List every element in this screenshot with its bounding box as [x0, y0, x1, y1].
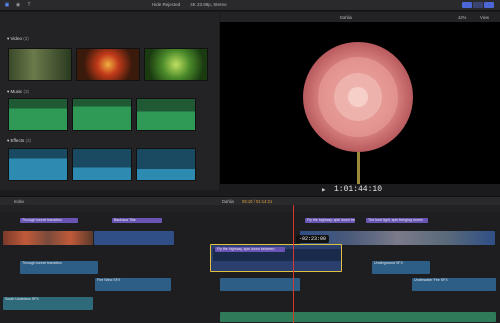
photos-icon[interactable]: ◉: [14, 2, 22, 8]
titles-icon[interactable]: T: [25, 2, 33, 8]
view-menu[interactable]: View: [480, 15, 489, 20]
dahlia-image: [303, 42, 413, 184]
video-clip-3[interactable]: [300, 231, 495, 245]
title-clip-2[interactable]: Bauhaus Title: [112, 218, 162, 223]
video-thumbnail-forest[interactable]: [8, 48, 72, 81]
music-thumbnail-3[interactable]: [136, 98, 196, 131]
layout-timeline-button[interactable]: [473, 2, 483, 8]
video-clip-1[interactable]: [3, 231, 93, 245]
video-thumbnail-flower-green[interactable]: [144, 48, 208, 81]
browser-panel: ▾ Video (3) ▾ Music (3) ▾ Effects (3) 3 …: [0, 12, 219, 201]
timeline-ruler[interactable]: [0, 205, 500, 212]
layout-browser-button[interactable]: [462, 2, 472, 8]
music-thumbnail-1[interactable]: [8, 98, 68, 131]
floating-timecode: -02:23:00: [296, 235, 330, 243]
audio-clip-3[interactable]: Fire Wind SFX: [95, 278, 171, 291]
library-icon[interactable]: ▣: [3, 2, 11, 8]
audio-clip-2[interactable]: Underground SFX: [372, 261, 430, 274]
project-duration: 05:10 / 01:14:21: [242, 199, 273, 204]
play-button[interactable]: ▶: [322, 187, 325, 193]
effects-thumbnail-1[interactable]: [8, 148, 68, 181]
index-button[interactable]: Index: [14, 199, 24, 204]
zoom-menu[interactable]: 42%: [458, 15, 466, 20]
top-toolbar: ▣ ◉ T Hide Rejected 4K 23.98p, Stereo: [0, 0, 500, 11]
viewer-header: Dahlia 42% View: [220, 12, 500, 22]
viewer-timecode: 1:01:44:10: [334, 185, 383, 194]
section-music[interactable]: ▾ Music (3): [7, 89, 29, 95]
video-thumbnail-flower-red[interactable]: [76, 48, 140, 81]
music-clip-2[interactable]: [220, 312, 496, 322]
library-filter[interactable]: Hide Rejected: [152, 2, 180, 7]
layout-inspector-button[interactable]: [484, 2, 494, 8]
viewer-title: Dahlia: [340, 15, 352, 20]
audio-clip-4[interactable]: [220, 278, 300, 291]
section-video[interactable]: ▾ Video (3): [7, 36, 29, 42]
audio-clip-1[interactable]: Through tunnel transition: [20, 261, 98, 274]
music-thumbnail-2[interactable]: [72, 98, 132, 131]
fcp-window: ▣ ◉ T Hide Rejected 4K 23.98p, Stereo ▾ …: [0, 0, 500, 323]
clip-format: 4K 23.98p, Stereo: [190, 2, 227, 7]
effects-thumbnail-2[interactable]: [72, 148, 132, 181]
layout-segment[interactable]: [462, 2, 494, 8]
video-clip-2[interactable]: [94, 231, 174, 245]
title-clip-selected[interactable]: Fly the highway, spin down between: [215, 247, 285, 252]
title-clip-1[interactable]: Through tunnel transition: [20, 218, 78, 223]
audio-clip-5[interactable]: Underwater Fire SFX: [412, 278, 496, 291]
playhead[interactable]: [293, 205, 294, 323]
title-clip-3[interactable]: Fly the highway, spin down between: [305, 218, 355, 223]
section-effects[interactable]: ▾ Effects (3): [7, 138, 31, 144]
project-name: Dahlia: [222, 199, 234, 204]
timeline-header: Index Dahlia 05:10 / 01:14:21: [0, 196, 500, 205]
effects-thumbnail-3[interactable]: [136, 148, 196, 181]
viewer-canvas: [220, 22, 500, 184]
music-clip-1[interactable]: South Undertow SFX: [3, 297, 93, 310]
title-clip-4[interactable]: The best light, spin bringing rooms: [366, 218, 428, 223]
timeline-tracks: Through tunnel transition Bauhaus Title …: [0, 212, 500, 323]
